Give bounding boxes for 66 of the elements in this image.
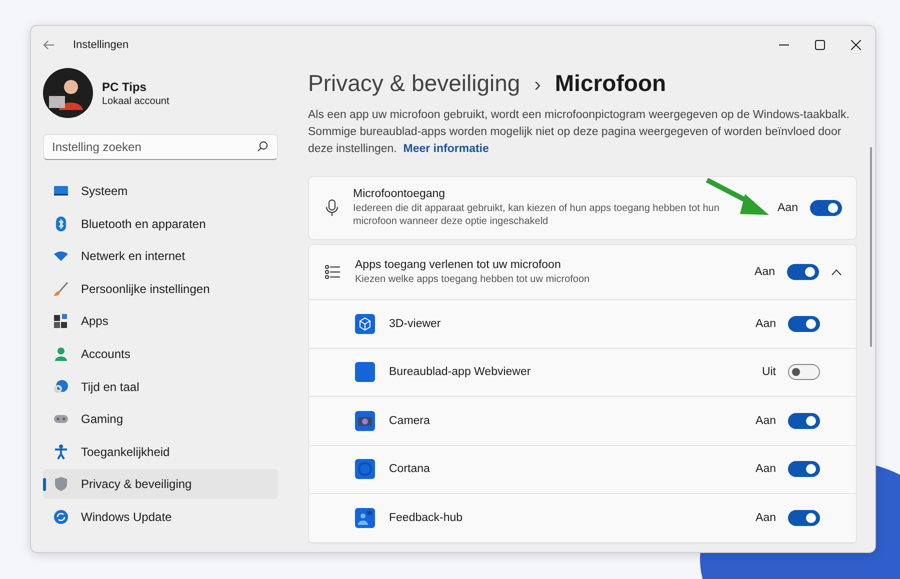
more-info-link[interactable]: Meer informatie xyxy=(403,143,489,155)
toggle-state-label: Aan xyxy=(756,414,776,427)
toggle-switch[interactable] xyxy=(788,364,820,380)
list-icon xyxy=(325,264,341,280)
page-title: Microfoon xyxy=(554,70,666,97)
setting-description: Kiezen welke apps toegang hebben tot uw microfoon xyxy=(355,272,591,286)
sidebar-item[interactable]: Gaming xyxy=(43,404,278,434)
app-feedback-icon xyxy=(355,508,375,528)
update-icon xyxy=(53,508,69,525)
toggle-switch[interactable] xyxy=(788,412,820,429)
app-name: Cortana xyxy=(389,463,431,476)
app-camera-icon xyxy=(355,410,375,431)
sidebar-item[interactable]: Tijd en taal xyxy=(43,372,278,402)
account-name: PC Tips xyxy=(102,80,148,94)
sidebar-item[interactable]: Systeem xyxy=(43,176,278,206)
shield-icon xyxy=(53,476,69,492)
apps-icon xyxy=(53,313,69,330)
toggle-state-label: Aan xyxy=(778,202,798,214)
scrollbar[interactable] xyxy=(870,147,872,347)
microphone-icon xyxy=(325,199,339,217)
setting-title: Microfoontoegang xyxy=(353,188,446,200)
toggle-state-label: Aan xyxy=(756,318,776,330)
accessibility-icon xyxy=(53,444,69,460)
clock-icon xyxy=(53,378,69,395)
toggle-switch[interactable] xyxy=(788,316,820,332)
sidebar-item[interactable]: Netwerk en internet xyxy=(43,241,278,272)
close-icon[interactable] xyxy=(851,40,861,50)
bluetooth-icon xyxy=(53,216,69,232)
toggle-state-label: Uit xyxy=(762,366,776,378)
account-type: Lokaal account xyxy=(102,96,170,106)
sidebar-item[interactable]: Privacy & beveiliging xyxy=(43,469,278,500)
sidebar-item[interactable]: Toegankelijkheid xyxy=(43,436,278,467)
sidebar-item[interactable]: Persoonlijke instellingen xyxy=(43,274,278,304)
sidebar-item[interactable]: Bluetooth en apparaten xyxy=(43,208,278,239)
app-ring-icon xyxy=(355,459,375,480)
sidebar-item[interactable]: Apps xyxy=(43,306,278,336)
toggle-switch[interactable] xyxy=(788,510,820,526)
chevron-icon[interactable] xyxy=(831,268,842,276)
toggle-switch[interactable] xyxy=(787,264,819,280)
app-name: Feedback-hub xyxy=(389,512,464,524)
app-name: Bureaublad-app Webviewer xyxy=(389,366,532,378)
back-arrow-icon[interactable] xyxy=(43,40,55,50)
sidebar-item[interactable]: Windows Update xyxy=(43,502,278,532)
avatar-icon xyxy=(43,68,93,118)
app-cube-icon xyxy=(355,314,375,334)
toggle-switch[interactable] xyxy=(788,461,820,478)
toggle-state-label: Aan xyxy=(756,463,776,476)
setting-description: Iedereen die dit apparaat gebruikt, kan kiezen of hun apps toegang hebben tot hun microfoon wanneer deze optie ingeschakeld xyxy=(353,202,720,228)
search-icon xyxy=(257,141,268,152)
breadcrumb-separator: › xyxy=(534,74,541,97)
setting-title: Apps toegang verlenen tot uw microfoon xyxy=(355,258,562,270)
maximize-icon[interactable] xyxy=(815,40,825,50)
search-field[interactable]: Instelling zoeken xyxy=(43,134,278,160)
app-name: Camera xyxy=(389,414,431,427)
brush-icon xyxy=(53,280,69,297)
person-icon xyxy=(53,346,69,362)
toggle-state-label: Aan xyxy=(754,266,775,278)
pointer-arrow-drawing xyxy=(705,178,771,218)
breadcrumb-parent[interactable]: Privacy & beveiliging xyxy=(308,70,520,97)
page-description: Als een app uw microfoon gebruikt, wordt een microfoonpictogram weergegeven op de Windows-taakbalk. Sommige bureaublad-apps worden mogelijk niet op deze pagina weergegeven of worden beïnvloed door deze instellingen. Meer informatie xyxy=(308,108,850,157)
sidebar-item[interactable]: Accounts xyxy=(43,338,278,369)
toggle-state-label: Aan xyxy=(756,512,776,524)
toggle-switch[interactable] xyxy=(810,200,842,216)
app-plain-icon xyxy=(355,362,375,382)
window-title: Instellingen xyxy=(73,39,129,51)
app-name: 3D-viewer xyxy=(389,318,442,330)
